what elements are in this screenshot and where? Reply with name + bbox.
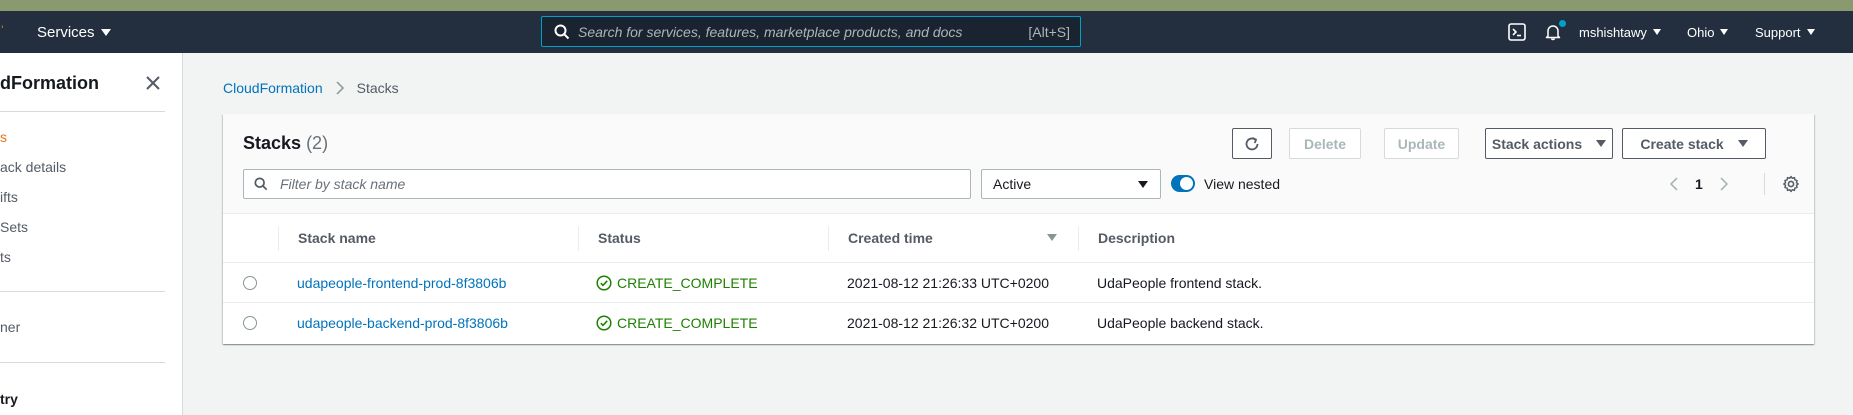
caret-down-icon	[1138, 180, 1148, 188]
current-page[interactable]: 1	[1695, 176, 1703, 192]
column-divider	[578, 226, 579, 251]
services-menu[interactable]: Services	[37, 11, 111, 53]
search-shortcut-hint: [Alt+S]	[1028, 23, 1070, 40]
search-icon	[554, 24, 570, 39]
stack-status-text: CREATE_COMPLETE	[617, 315, 758, 331]
column-header-status[interactable]: Status	[598, 230, 641, 246]
sidebar-item-exports[interactable]: ts	[0, 249, 11, 265]
chevron-right-icon	[336, 81, 344, 95]
stack-description: UdaPeople frontend stack.	[1097, 275, 1262, 291]
gear-icon	[1783, 175, 1799, 193]
stack-created-time: 2021-08-12 21:26:32 UTC+0200	[847, 315, 1049, 331]
sidebar-divider	[0, 291, 165, 292]
support-label: Support	[1755, 24, 1801, 40]
column-header-stack-name[interactable]: Stack name	[298, 230, 376, 246]
create-stack-label: Create stack	[1640, 135, 1724, 152]
stacks-panel: Stacks (2) Delete Update Stack actions C…	[223, 114, 1814, 344]
caret-down-icon	[1596, 140, 1607, 147]
sidebar-section-registry[interactable]: try	[0, 391, 18, 407]
global-search-input[interactable]	[578, 23, 1029, 40]
pagination-divider	[1764, 173, 1765, 195]
stack-filter[interactable]	[243, 169, 971, 199]
stack-filter-input[interactable]	[278, 175, 970, 193]
toggle-knob	[1180, 177, 1193, 190]
notification-badge	[1559, 20, 1566, 27]
stack-status: CREATE_COMPLETE	[596, 275, 758, 291]
browser-top-strip	[0, 0, 1853, 11]
column-header-description[interactable]: Description	[1098, 230, 1175, 246]
column-divider	[828, 226, 829, 251]
stack-actions-label: Stack actions	[1491, 135, 1583, 152]
caret-down-icon	[1737, 140, 1748, 147]
search-icon	[254, 177, 268, 191]
stack-status: CREATE_COMPLETE	[596, 315, 758, 331]
stack-description: UdaPeople backend stack.	[1097, 315, 1264, 331]
table-row[interactable]: udapeople-frontend-prod-8f3806b CREATE_C…	[223, 263, 1814, 303]
support-menu[interactable]: Support	[1755, 11, 1815, 53]
table-row[interactable]: udapeople-backend-prod-8f3806b CREATE_CO…	[223, 303, 1814, 343]
view-nested-toggle[interactable]	[1171, 175, 1195, 192]
stack-name-link[interactable]: udapeople-backend-prod-8f3806b	[297, 315, 508, 331]
notifications-button[interactable]	[1544, 11, 1566, 53]
breadcrumb-current: Stacks	[356, 80, 399, 96]
top-navigation-bar: ʾ Services [Alt+S] mshishtawy Ohio	[0, 11, 1853, 53]
sidebar-item-stacks[interactable]: s	[0, 129, 7, 145]
stack-created-time: 2021-08-12 21:26:33 UTC+0200	[847, 275, 1049, 291]
breadcrumb-cloudformation[interactable]: CloudFormation	[223, 80, 323, 96]
stack-status-text: CREATE_COMPLETE	[617, 275, 758, 291]
refresh-button[interactable]	[1232, 128, 1272, 159]
sidebar-divider	[0, 362, 165, 363]
services-label: Services	[37, 23, 95, 41]
refresh-icon	[1245, 136, 1259, 150]
panel-title-text: Stacks	[243, 133, 302, 153]
global-search[interactable]: [Alt+S]	[541, 16, 1081, 47]
caret-down-icon	[100, 28, 111, 36]
success-check-icon	[596, 275, 612, 291]
pagination: 1	[1666, 172, 1732, 196]
aws-logo[interactable]: ʾ	[0, 23, 6, 43]
account-menu[interactable]: mshishtawy	[1579, 11, 1661, 53]
update-button[interactable]: Update	[1384, 128, 1459, 159]
success-check-icon	[596, 315, 612, 331]
sort-descending-icon[interactable]	[1047, 234, 1057, 242]
sidebar-item-designer[interactable]: ner	[0, 319, 20, 335]
delete-button[interactable]: Delete	[1289, 128, 1361, 159]
row-select-radio[interactable]	[243, 316, 257, 330]
region-name: Ohio	[1687, 24, 1715, 40]
column-header-created-time[interactable]: Created time	[848, 230, 933, 246]
caret-down-icon	[1806, 29, 1815, 35]
row-select-radio[interactable]	[243, 276, 257, 290]
sidebar-item-drifts[interactable]: ifts	[0, 189, 18, 205]
sidebar-divider	[0, 111, 165, 112]
column-divider	[1078, 226, 1079, 251]
panel-title: Stacks (2)	[243, 133, 328, 154]
region-menu[interactable]: Ohio	[1687, 11, 1729, 53]
sidebar-item-stacksets[interactable]: Sets	[0, 219, 28, 235]
status-filter-select[interactable]: Active	[981, 169, 1161, 199]
stack-name-link[interactable]: udapeople-frontend-prod-8f3806b	[297, 275, 506, 291]
stack-actions-button[interactable]: Stack actions	[1485, 128, 1613, 159]
breadcrumb: CloudFormation Stacks	[223, 80, 399, 96]
sidebar-item-stack-details[interactable]: ack details	[0, 159, 66, 175]
stacks-panel-header: Stacks (2) Delete Update Stack actions C…	[223, 114, 1814, 214]
account-name: mshishtawy	[1579, 24, 1647, 40]
side-navigation: dFormation s ack details ifts Sets ts ne…	[0, 53, 183, 415]
table-header: Stack name Status Created time Descripti…	[223, 214, 1814, 263]
view-nested-label: View nested	[1204, 176, 1281, 192]
chevron-left-icon[interactable]	[1666, 176, 1682, 192]
chevron-right-icon[interactable]	[1716, 176, 1732, 192]
close-icon[interactable]	[143, 73, 163, 93]
status-filter-value: Active	[993, 176, 1032, 192]
preferences-button[interactable]	[1782, 172, 1800, 196]
column-divider	[278, 226, 279, 251]
caret-down-icon	[1652, 29, 1661, 35]
terminal-icon	[1508, 23, 1526, 41]
create-stack-button[interactable]: Create stack	[1622, 128, 1766, 159]
stack-count: (2)	[306, 133, 329, 153]
sidebar-title: dFormation	[0, 73, 99, 93]
caret-down-icon	[1720, 29, 1729, 35]
cloudshell-button[interactable]	[1508, 11, 1526, 53]
